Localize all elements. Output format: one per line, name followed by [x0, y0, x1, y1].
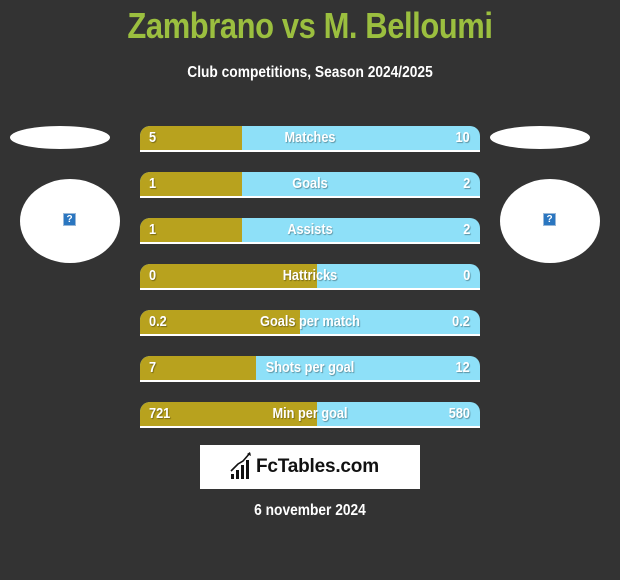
- stat-row: 7 Shots per goal 12: [140, 356, 480, 382]
- right-player-value: 2: [462, 175, 470, 192]
- stat-row: 721 Min per goal 580: [140, 402, 480, 428]
- stat-row: 0.2 Goals per match 0.2: [140, 310, 480, 336]
- stat-label: Matches: [284, 129, 336, 146]
- right-player-value: 0.2: [452, 313, 470, 330]
- bar-chart-trend-icon: [230, 452, 251, 479]
- right-player-value: 580: [448, 405, 470, 422]
- left-player-value: 1: [149, 175, 157, 192]
- logo-text: FcTables.com: [256, 456, 379, 477]
- left-player-avatar: ?: [20, 179, 120, 263]
- left-player-value: 5: [149, 129, 157, 146]
- right-player-avatar: ?: [500, 179, 600, 263]
- right-player-value: 10: [455, 129, 470, 146]
- stat-label: Assists: [287, 221, 333, 238]
- page-title: Zambrano vs M. Belloumi: [127, 5, 493, 46]
- stat-label: Goals per match: [260, 313, 360, 330]
- right-player-value: 2: [462, 221, 470, 238]
- left-player-name-placeholder: [10, 126, 110, 149]
- stat-label: Hattricks: [282, 267, 338, 284]
- right-player-value: 0: [462, 267, 470, 284]
- page-subtitle: Club competitions, Season 2024/2025: [187, 64, 433, 81]
- stat-row: 0 Hattricks 0: [140, 264, 480, 290]
- left-player-value: 7: [149, 359, 157, 376]
- stat-label: Shots per goal: [265, 359, 355, 376]
- right-player-name-placeholder: [490, 126, 590, 149]
- stat-row: 1 Goals 2: [140, 172, 480, 198]
- stat-label: Goals: [292, 175, 328, 192]
- date-label: 6 november 2024: [254, 502, 366, 519]
- right-player-value: 12: [455, 359, 470, 376]
- stat-row: 5 Matches 10: [140, 126, 480, 152]
- fctables-logo[interactable]: FcTables.com: [200, 445, 420, 489]
- left-player-value: 0: [149, 267, 157, 284]
- left-player-value: 0.2: [149, 313, 167, 330]
- missing-image-icon: ?: [543, 213, 556, 226]
- missing-image-icon: ?: [63, 213, 76, 226]
- stat-row: 1 Assists 2: [140, 218, 480, 244]
- left-player-value: 1: [149, 221, 157, 238]
- stat-label: Min per goal: [272, 405, 348, 422]
